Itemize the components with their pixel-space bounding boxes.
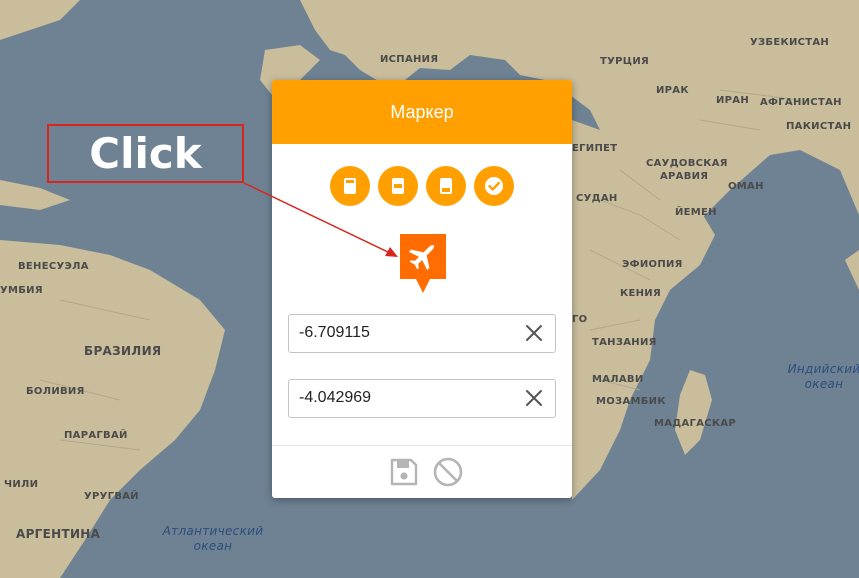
annotation-arrow <box>243 182 398 257</box>
annotation-click-box: Click <box>47 124 244 183</box>
annotation-click-label: Click <box>89 129 202 178</box>
